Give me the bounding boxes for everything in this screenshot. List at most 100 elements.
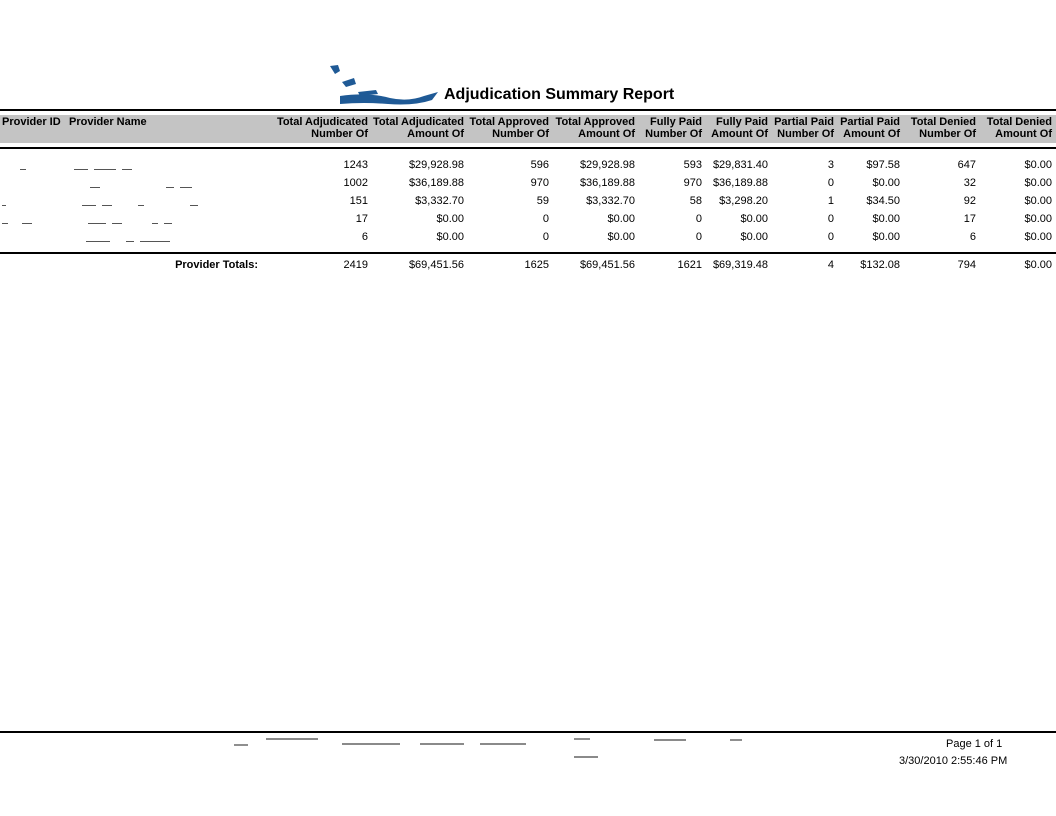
table-cell: 1002 [343,177,368,189]
table-cell: $3,332.70 [415,195,464,207]
totals-cell: $0.00 [1024,259,1052,271]
header-line-2: Amount Of [711,128,768,140]
table-cell: $29,928.98 [579,159,635,171]
header-bottom-rule [0,147,1056,149]
table-cell: 0 [695,213,702,225]
totals-cell: 794 [957,259,976,271]
table-cell: $0.00 [436,213,464,225]
table-cell: 0 [695,231,702,243]
totals-cell: 1625 [524,259,549,271]
footer-rule [0,731,1056,733]
table-cell: $36,189.88 [579,177,635,189]
top-rule [0,109,1056,111]
column-header-total-denied-amount: Total Denied Amount Of [976,116,1052,140]
header-line-2: Amount Of [578,128,635,140]
table-cell: $0.00 [872,177,900,189]
header-line-1: Fully Paid [716,116,768,128]
header-line-2: Number Of [311,128,368,140]
table-cell: $29,928.98 [408,159,464,171]
table-cell: $36,189.88 [712,177,768,189]
header-line-2: Number Of [919,128,976,140]
header-line-1: Total Denied [986,116,1052,128]
table-cell: $0.00 [436,231,464,243]
column-header-partial-paid-amount: Partial Paid Amount Of [834,116,900,140]
table-cell: 0 [827,213,834,225]
header-line-1: Partial Paid [774,116,834,128]
table-cell: $0.00 [740,231,768,243]
header-line-1: Total Approved [469,116,549,128]
header-line-1: Partial Paid [840,116,900,128]
table-cell: 593 [683,159,702,171]
organization-logo [330,65,438,105]
header-line-2: Number Of [777,128,834,140]
table-cell: 647 [957,159,976,171]
totals-rule [0,252,1056,254]
table-cell: $3,298.20 [719,195,768,207]
totals-cell: $69,451.56 [408,259,464,271]
table-cell: 596 [530,159,549,171]
header-line-1: Total Approved [555,116,635,128]
table-cell: 17 [963,213,976,225]
table-cell: 3 [827,159,834,171]
header-line-1: Fully Paid [650,116,702,128]
header-line-2: Amount Of [843,128,900,140]
table-cell: $0.00 [872,231,900,243]
totals-cell: $132.08 [860,259,900,271]
table-cell: 17 [355,213,368,225]
table-cell: 0 [542,231,549,243]
table-cell: 0 [827,177,834,189]
report-timestamp: 3/30/2010 2:55:46 PM [899,755,1008,767]
column-header-fully-paid-number: Fully Paid Number Of [635,116,702,140]
column-header-total-approved-amount: Total Approved Amount Of [549,116,635,140]
table-cell: $0.00 [1024,177,1052,189]
redacted-provider-info [2,215,232,224]
column-header-fully-paid-amount: Fully Paid Amount Of [702,116,768,140]
table-cell: 6 [361,231,368,243]
redacted-provider-info [80,179,240,188]
table-cell: 0 [542,213,549,225]
column-header-provider-id: Provider ID [2,116,61,128]
column-header-partial-paid-number: Partial Paid Number Of [768,116,834,140]
table-cell: 32 [963,177,976,189]
table-cell: $0.00 [1024,159,1052,171]
table-cell: $0.00 [1024,213,1052,225]
header-line-2: Number Of [645,128,702,140]
table-cell: 1243 [343,159,368,171]
redacted-provider-info [2,197,238,206]
column-header-total-adjudicated-number: Total Adjudicated Number Of [268,116,368,140]
table-cell: $0.00 [607,231,635,243]
table-cell: $0.00 [872,213,900,225]
header-line-2: Amount Of [995,128,1052,140]
totals-cell: 4 [827,259,834,271]
table-cell: $29,831.40 [712,159,768,171]
totals-cell: 2419 [343,259,368,271]
totals-cell: $69,451.56 [579,259,635,271]
table-cell: $0.00 [1024,231,1052,243]
table-cell: 970 [530,177,549,189]
table-cell: 1 [827,195,834,207]
redacted-provider-info [86,233,200,242]
header-line-1: Total Adjudicated [276,116,368,128]
column-header-total-denied-number: Total Denied Number Of [900,116,976,140]
table-cell: 92 [963,195,976,207]
totals-cell: 1621 [677,259,702,271]
redacted-provider-info [20,161,170,170]
header-line-1: Total Denied [910,116,976,128]
page-number: Page 1 of 1 [946,738,1003,750]
header-line-1: Total Adjudicated [372,116,464,128]
table-cell: 970 [683,177,702,189]
table-cell: 59 [536,195,549,207]
header-line-2: Number Of [492,128,549,140]
header-line-2: Amount Of [407,128,464,140]
table-cell: 58 [689,195,702,207]
totals-cell: $69,319.48 [712,259,768,271]
totals-label: Provider Totals: [175,259,258,271]
table-cell: 6 [969,231,976,243]
table-cell: $34.50 [866,195,900,207]
table-cell: $97.58 [866,159,900,171]
table-cell: 0 [827,231,834,243]
column-header-total-adjudicated-amount: Total Adjudicated Amount Of [368,116,464,140]
table-cell: 151 [349,195,368,207]
redacted-footer-address [234,738,742,758]
table-cell: $3,332.70 [586,195,635,207]
